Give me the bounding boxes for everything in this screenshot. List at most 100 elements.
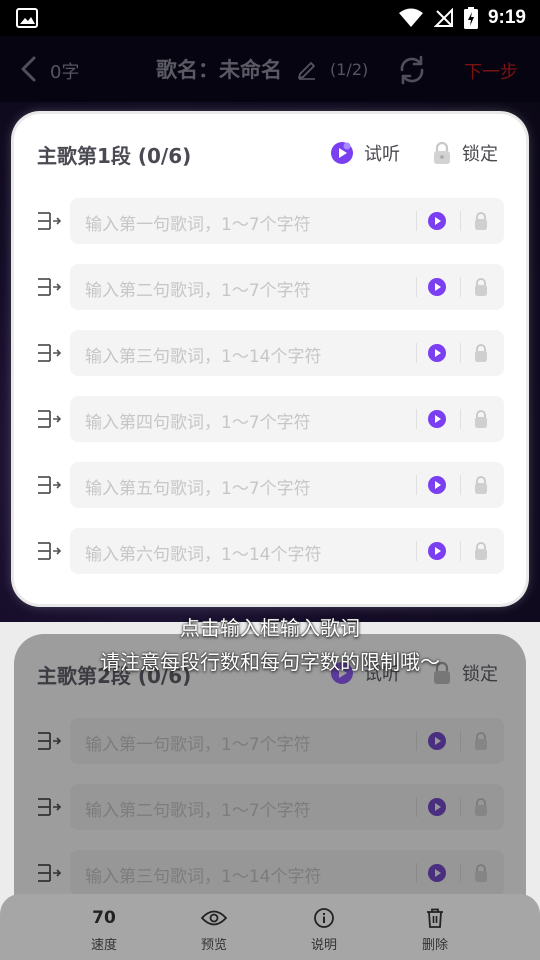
- play-icon[interactable]: [427, 277, 447, 297]
- lyric-placeholder: 输入第一句歌词，1〜7个字符: [85, 735, 311, 755]
- lock-icon[interactable]: [472, 797, 490, 817]
- battery-charging-icon: [463, 7, 478, 29]
- preview-button[interactable]: 预览: [169, 904, 259, 956]
- lyric-line-row: 输入第二句歌词，1〜7个字符: [14, 264, 526, 310]
- play-icon[interactable]: [427, 409, 447, 429]
- play-icon[interactable]: [427, 731, 447, 751]
- lyric-placeholder: 输入第五句歌词，1〜7个字符: [85, 479, 311, 499]
- line-insert-icon[interactable]: [36, 474, 62, 496]
- clock: 9:19: [487, 7, 526, 28]
- divider: [416, 277, 417, 297]
- speed-button[interactable]: 70 速度: [59, 904, 149, 956]
- lyric-placeholder: 输入第二句歌词，1〜7个字符: [85, 801, 311, 821]
- section-header: 主歌第1段 (0/6) 试听 锁定: [14, 114, 526, 190]
- lyric-placeholder: 输入第三句歌词，1〜14个字符: [85, 347, 322, 367]
- lyric-input[interactable]: 输入第三句歌词，1〜14个字符: [70, 850, 504, 896]
- next-step-button[interactable]: 下一步: [464, 58, 518, 84]
- lyric-input[interactable]: 输入第五句歌词，1〜7个字符: [70, 462, 504, 508]
- lyric-placeholder: 输入第三句歌词，1〜14个字符: [85, 867, 322, 887]
- lyric-line-row: 输入第二句歌词，1〜7个字符: [14, 784, 526, 830]
- song-title-group[interactable]: 歌名：未命名 (1/2): [156, 54, 368, 84]
- line-insert-icon[interactable]: [36, 730, 62, 752]
- line-insert-icon[interactable]: [36, 210, 62, 232]
- lyric-input[interactable]: 输入第二句歌词，1〜7个字符: [70, 264, 504, 310]
- line-insert-icon[interactable]: [36, 276, 62, 298]
- play-icon[interactable]: [427, 541, 447, 561]
- delete-label: 删除: [421, 938, 448, 953]
- lock-icon[interactable]: [472, 277, 490, 297]
- line-insert-icon[interactable]: [36, 862, 62, 884]
- play-icon[interactable]: [427, 475, 447, 495]
- divider: [416, 541, 417, 561]
- divider: [416, 731, 417, 751]
- lock-label: 锁定: [462, 144, 498, 165]
- back-arrow-icon[interactable]: [14, 54, 44, 84]
- divider: [460, 797, 461, 817]
- speed-label: 速度: [90, 938, 117, 953]
- trash-icon: [427, 908, 443, 928]
- line-insert-icon[interactable]: [36, 342, 62, 364]
- bottom-toolbar: 70 速度 预览 说明 删除: [0, 894, 540, 960]
- no-signal-icon: [433, 8, 453, 27]
- status-bar: 9:19: [0, 0, 540, 36]
- preview-label: 预览: [200, 938, 227, 953]
- lyric-line-row: 输入第一句歌词，1〜7个字符: [14, 718, 526, 764]
- help-label: 说明: [310, 938, 337, 953]
- lyric-placeholder: 输入第六句歌词，1〜14个字符: [85, 545, 322, 565]
- lock-icon[interactable]: [472, 211, 490, 231]
- lyric-placeholder: 输入第二句歌词，1〜7个字符: [85, 281, 311, 301]
- line-insert-icon[interactable]: [36, 796, 62, 818]
- divider: [460, 863, 461, 883]
- lyric-input[interactable]: 输入第六句歌词，1〜14个字符: [70, 528, 504, 574]
- lyric-line-row: 输入第一句歌词，1〜7个字符: [14, 198, 526, 244]
- lyric-input[interactable]: 输入第二句歌词，1〜7个字符: [70, 784, 504, 830]
- lyric-input[interactable]: 输入第三句歌词，1〜14个字符: [70, 330, 504, 376]
- divider: [416, 409, 417, 429]
- lock-icon[interactable]: [472, 863, 490, 883]
- image-icon: [16, 8, 38, 28]
- delete-button[interactable]: 删除: [390, 904, 480, 956]
- section-title: 主歌第1段 (0/6): [37, 144, 192, 168]
- page-indicator: (1/2): [330, 59, 369, 79]
- lyric-placeholder: 输入第一句歌词，1〜7个字符: [85, 215, 311, 235]
- divider: [460, 475, 461, 495]
- app-header: 0字 歌名：未命名 (1/2) 下一步: [0, 36, 540, 102]
- lock-icon: [434, 141, 450, 164]
- eye-icon: [201, 910, 227, 926]
- line-insert-icon[interactable]: [36, 540, 62, 562]
- line-insert-icon[interactable]: [36, 408, 62, 430]
- help-button[interactable]: 说明: [279, 904, 369, 956]
- divider: [416, 475, 417, 495]
- lyric-input[interactable]: 输入第四句歌词，1〜7个字符: [70, 396, 504, 442]
- refresh-icon[interactable]: [396, 54, 428, 86]
- section-card-1: 主歌第1段 (0/6) 试听 锁定 输入第一句歌词，1〜7个字符 输入第二句歌词…: [14, 114, 526, 604]
- divider: [416, 211, 417, 231]
- lyric-line-row: 输入第五句歌词，1〜7个字符: [14, 462, 526, 508]
- divider: [460, 343, 461, 363]
- lock-icon[interactable]: [472, 731, 490, 751]
- speed-value: 70: [92, 908, 116, 928]
- play-icon[interactable]: [427, 797, 447, 817]
- lock-icon[interactable]: [472, 409, 490, 429]
- pencil-icon[interactable]: [296, 58, 318, 80]
- play-icon[interactable]: [427, 863, 447, 883]
- play-icon[interactable]: [427, 211, 447, 231]
- lock-button[interactable]: 锁定: [432, 140, 498, 166]
- lock-icon[interactable]: [472, 343, 490, 363]
- play-icon[interactable]: [427, 343, 447, 363]
- lyric-input[interactable]: 输入第一句歌词，1〜7个字符: [70, 718, 504, 764]
- divider: [460, 277, 461, 297]
- lyric-input[interactable]: 输入第一句歌词，1〜7个字符: [70, 198, 504, 244]
- lyric-line-row: 输入第四句歌词，1〜7个字符: [14, 396, 526, 442]
- lock-icon[interactable]: [472, 541, 490, 561]
- divider: [460, 541, 461, 561]
- character-count: 0字: [50, 62, 80, 83]
- divider: [460, 731, 461, 751]
- song-title: 歌名：未命名: [156, 58, 282, 82]
- lock-icon[interactable]: [472, 475, 490, 495]
- divider: [460, 409, 461, 429]
- guide-text-hint: 请注意每段行数和每句字数的限制哦〜: [100, 650, 440, 674]
- divider: [416, 343, 417, 363]
- info-icon: [314, 908, 334, 928]
- listen-button[interactable]: 试听: [330, 140, 400, 166]
